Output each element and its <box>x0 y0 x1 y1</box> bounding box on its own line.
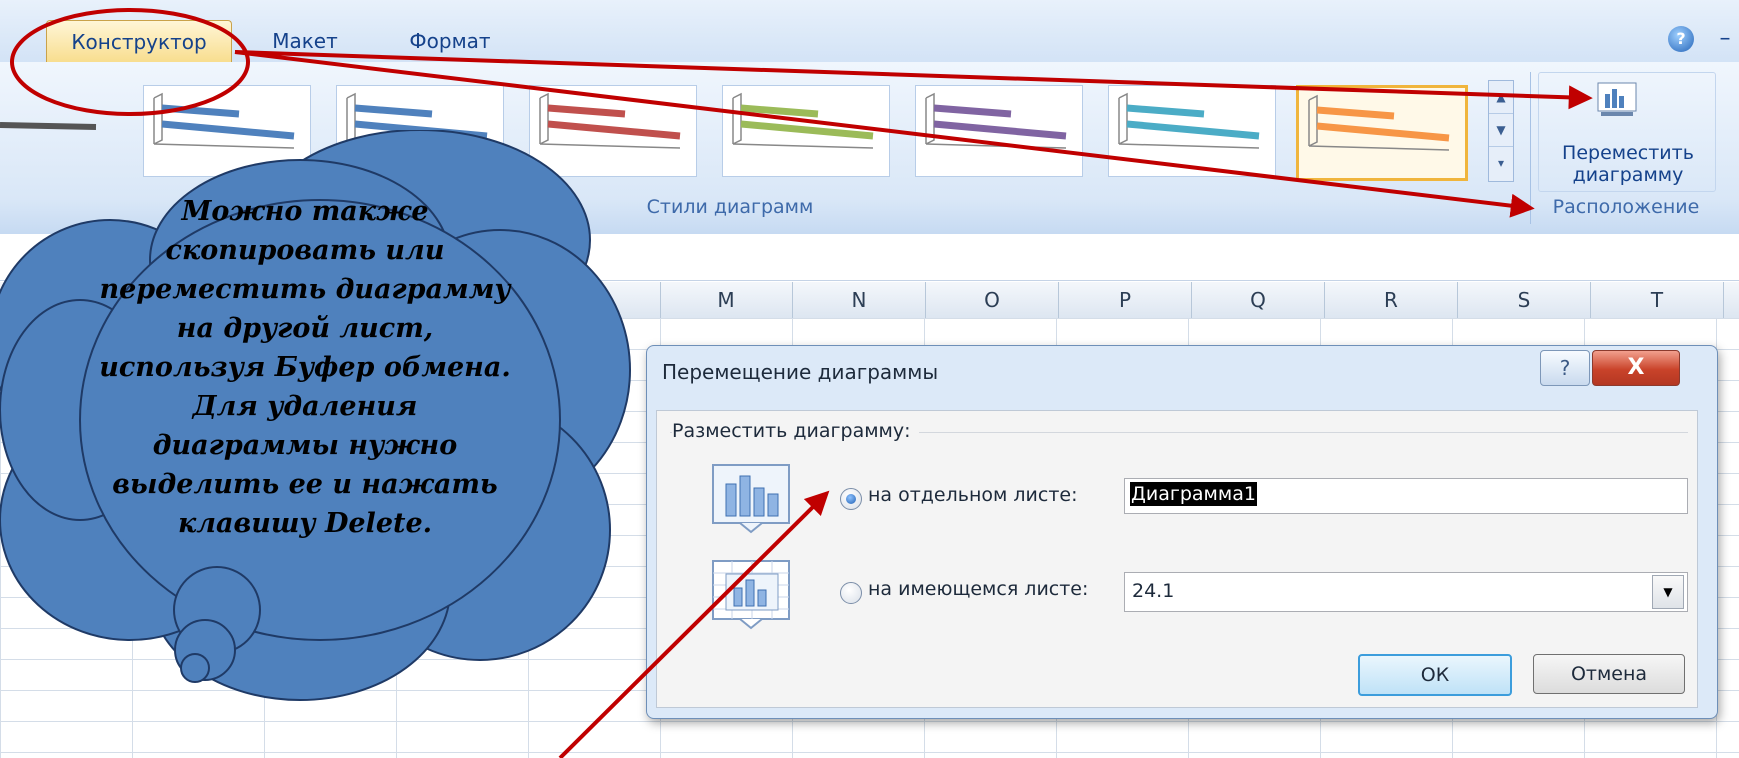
callout-text: Можно также скопировать или переместить … <box>99 196 511 539</box>
dialog-title: Перемещение диаграммы <box>662 360 939 384</box>
dialog-help-button[interactable]: ? <box>1540 350 1590 386</box>
column-header-q[interactable]: Q <box>1192 282 1325 318</box>
place-chart-label: Разместить диаграмму: <box>672 420 919 442</box>
minimize-icon[interactable]: – <box>1715 26 1735 52</box>
chart-style-6[interactable] <box>1108 85 1276 177</box>
gallery-more-icon[interactable]: ▾ <box>1489 147 1513 179</box>
chevron-down-icon[interactable]: ▼ <box>1652 575 1684 609</box>
group-label-layout: Расположение <box>1552 196 1700 218</box>
move-chart-icon <box>1597 82 1637 116</box>
dialog-close-button[interactable]: X <box>1592 350 1680 386</box>
column-header-o[interactable]: O <box>926 282 1059 318</box>
tab-format[interactable]: Формат <box>390 20 510 62</box>
object-in-value: 24.1 <box>1132 580 1175 602</box>
move-chart-label: Переместить диаграмму <box>1562 142 1694 186</box>
group-separator <box>1530 72 1531 224</box>
column-header-t[interactable]: T <box>1591 282 1724 318</box>
chart-style-5[interactable] <box>915 85 1083 177</box>
chart-style-preview <box>925 92 1067 149</box>
radio-new-sheet[interactable] <box>840 488 862 510</box>
chart-style-7[interactable] <box>1296 85 1468 181</box>
new-sheet-icon <box>712 464 790 534</box>
scroll-down-icon[interactable]: ▼ <box>1489 114 1513 147</box>
ok-button[interactable]: ОК <box>1358 654 1512 696</box>
object-in-icon <box>712 560 790 630</box>
new-sheet-label: на отдельном листе: <box>868 484 1078 506</box>
tab-constructor[interactable]: Конструктор <box>46 20 232 63</box>
column-header-r[interactable]: R <box>1325 282 1458 318</box>
radio-object-in[interactable] <box>840 582 862 604</box>
chart-style-preview <box>1118 92 1260 149</box>
scroll-up-icon[interactable]: ▲ <box>1489 81 1513 114</box>
new-sheet-name-value: Диаграмма1 <box>1130 482 1257 506</box>
column-header-n[interactable]: N <box>793 282 926 318</box>
tab-layout[interactable]: Макет <box>250 20 360 62</box>
object-in-select[interactable] <box>1124 572 1688 612</box>
cancel-button[interactable]: Отмена <box>1533 654 1685 694</box>
object-in-label: на имеющемся листе: <box>868 578 1089 600</box>
chart-style-4[interactable] <box>722 85 890 177</box>
chart-style-preview <box>1308 94 1450 151</box>
gallery-scrollbar[interactable]: ▲ ▼ ▾ <box>1488 80 1514 182</box>
help-icon[interactable]: ? <box>1668 26 1694 52</box>
column-header-m[interactable]: M <box>660 282 793 318</box>
chart-style-preview <box>732 92 874 149</box>
column-header-p[interactable]: P <box>1059 282 1192 318</box>
column-header-s[interactable]: S <box>1458 282 1591 318</box>
group-label-chart-styles: Стили диаграмм <box>646 196 814 218</box>
